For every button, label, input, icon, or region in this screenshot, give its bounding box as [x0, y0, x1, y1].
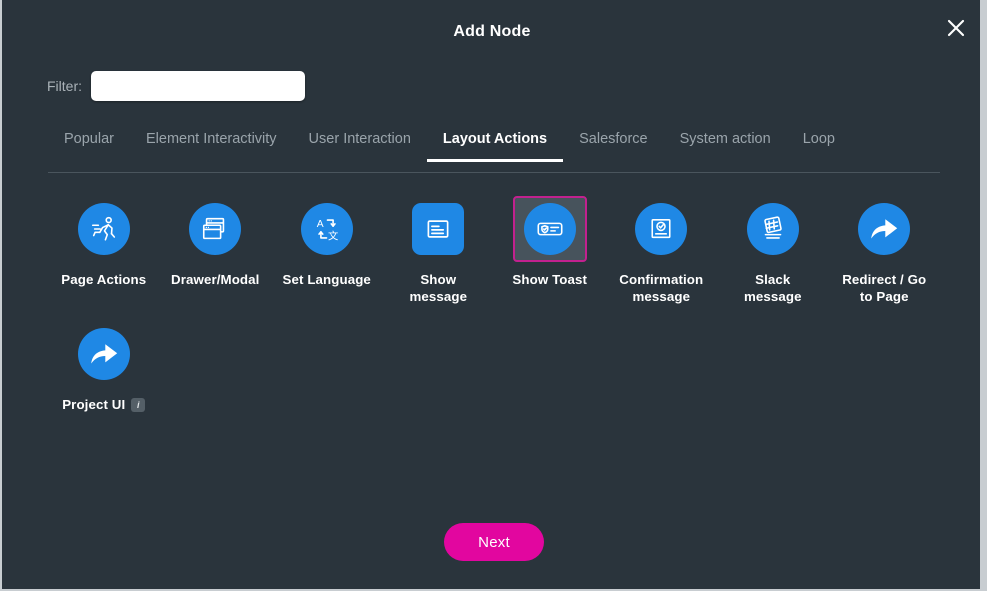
tab-popular[interactable]: Popular — [48, 131, 130, 161]
tab-loop[interactable]: Loop — [787, 131, 851, 161]
filter-row: Filter: — [47, 71, 305, 101]
node-tile-slack-message[interactable]: Slack message — [717, 196, 829, 305]
node-label: Project UI i — [48, 396, 160, 413]
close-button[interactable] — [938, 10, 974, 46]
node-label-line: Set Language — [283, 271, 371, 288]
node-label-text: Confirmation — [619, 272, 704, 287]
tab-system-action[interactable]: System action — [664, 131, 787, 161]
node-label-line: Redirect / Go — [842, 271, 926, 288]
node-icon-frame — [624, 196, 698, 262]
confirmation-check-icon — [635, 203, 688, 255]
node-label: Slack message — [717, 271, 829, 305]
tab-element-interactivity[interactable]: Element Interactivity — [130, 131, 293, 161]
node-tile-show-toast[interactable]: Show Toast — [494, 196, 606, 305]
node-label-text: message — [632, 289, 691, 304]
close-icon — [945, 17, 967, 39]
tab-salesforce[interactable]: Salesforce — [563, 131, 664, 161]
node-label: Drawer/Modal — [160, 271, 272, 288]
node-tile-confirmation-message[interactable]: Confirmation message — [606, 196, 718, 305]
category-tabs: Popular Element Interactivity User Interac… — [48, 131, 940, 173]
windows-stack-icon — [189, 203, 242, 255]
node-label-text: Set Language — [282, 272, 371, 287]
dialog-title: Add Node — [453, 23, 531, 40]
info-badge-icon[interactable]: i — [131, 397, 146, 412]
node-label-line: message — [409, 288, 467, 305]
node-label: Page Actions — [48, 271, 160, 288]
filter-label: Filter: — [47, 78, 82, 94]
node-label-text: message — [409, 289, 468, 304]
node-label-line: Slack — [755, 271, 790, 288]
slack-hash-icon — [746, 203, 799, 255]
translate-icon: A 文 — [300, 203, 353, 255]
svg-text:文: 文 — [328, 229, 338, 242]
node-label-text: Project UI — [62, 397, 126, 412]
node-label-text: Redirect / Go — [842, 272, 927, 287]
node-icon-frame — [736, 196, 810, 262]
node-icon-frame — [847, 196, 921, 262]
running-person-icon — [77, 203, 130, 255]
node-tile-page-actions[interactable]: Page Actions — [48, 196, 160, 305]
node-label-line: Show — [420, 271, 456, 288]
node-label-line: Confirmation — [619, 271, 703, 288]
node-label-text: Slack — [755, 272, 791, 287]
add-node-dialog: Add Node Filter: Popular Element Interact… — [0, 0, 987, 591]
node-label-text: to Page — [859, 289, 909, 304]
node-tile-show-message[interactable]: Show message — [383, 196, 495, 305]
node-label-line: message — [632, 288, 690, 305]
node-label: Show Toast — [494, 271, 606, 288]
node-icon-frame: A 文 — [290, 196, 364, 262]
node-label: Redirect / Go to Page — [829, 271, 941, 305]
node-label-line: Show Toast — [512, 271, 587, 288]
message-lines-icon — [412, 203, 465, 255]
node-label-line: Drawer/Modal — [171, 271, 259, 288]
tab-layout-actions[interactable]: Layout Actions — [426, 131, 564, 162]
node-label-line: to Page — [860, 288, 909, 305]
node-label: Show message — [383, 271, 495, 305]
filter-input[interactable] — [91, 71, 305, 101]
node-label-line: Project UI i — [62, 396, 146, 413]
node-icon-frame — [67, 196, 141, 262]
node-label-text: Page Actions — [61, 272, 147, 287]
node-label-line: message — [744, 288, 802, 305]
node-grid: Page Actions Drawer/Modal A 文 Set Langua… — [48, 196, 940, 429]
next-button[interactable]: Next — [444, 523, 544, 561]
node-icon-frame — [67, 321, 141, 387]
node-icon-frame — [401, 196, 475, 262]
node-tile-redirect-go-to-page[interactable]: Redirect / Go to Page — [829, 196, 941, 305]
node-label: Set Language — [271, 271, 383, 288]
node-label-text: message — [743, 289, 802, 304]
node-icon-frame — [512, 196, 587, 262]
node-tile-drawer-modal[interactable]: Drawer/Modal — [160, 196, 272, 305]
share-arrow-icon — [858, 203, 911, 255]
node-label-line: Page Actions — [61, 271, 146, 288]
node-label-text: Show Toast — [512, 272, 588, 287]
tab-user-interaction[interactable]: User Interaction — [293, 131, 427, 161]
node-label-text: Drawer/Modal — [171, 272, 260, 287]
node-tile-set-language[interactable]: A 文 Set Language — [271, 196, 383, 305]
node-icon-frame — [178, 196, 252, 262]
node-tile-project-ui[interactable]: Project UI i — [48, 321, 160, 413]
share-arrow-icon — [77, 328, 130, 380]
node-label-text: Show — [420, 272, 457, 287]
svg-text:A: A — [316, 219, 323, 230]
toast-badge-icon — [523, 203, 576, 255]
node-label: Confirmation message — [606, 271, 718, 305]
